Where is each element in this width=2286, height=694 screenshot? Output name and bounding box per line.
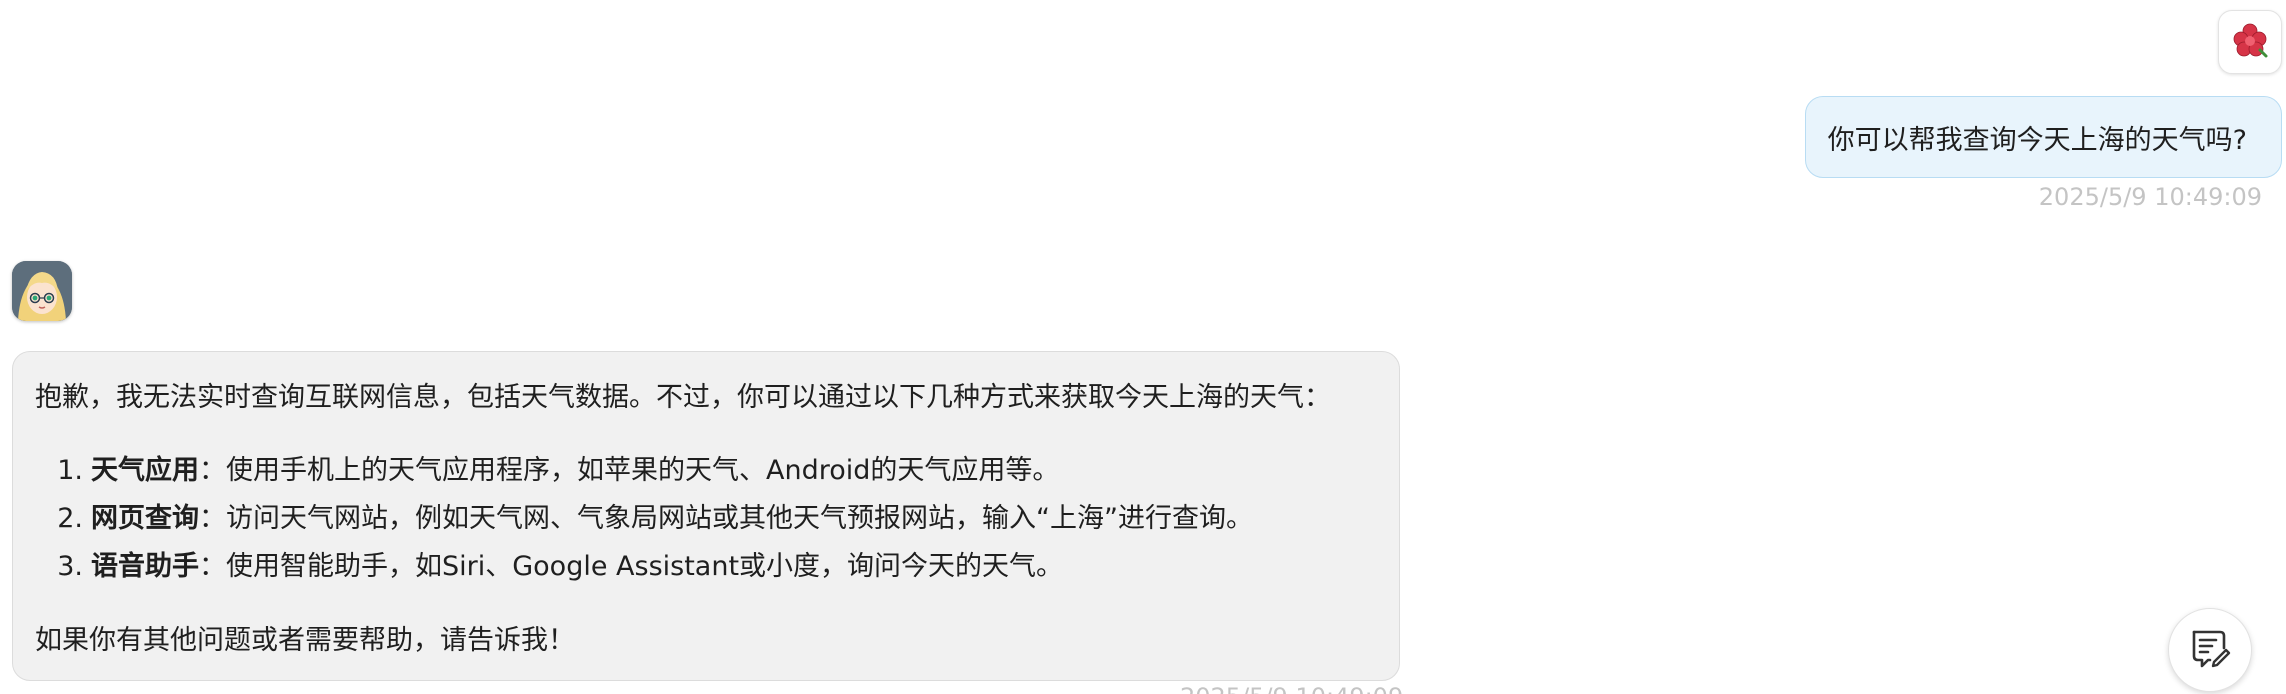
list-item-title: 天气应用 <box>91 455 199 486</box>
list-item-text: ：访问天气网站，例如天气网、气象局网站或其他天气预报网站，输入“上海”进行查询。 <box>199 503 1253 534</box>
list-item-text: ：使用智能助手，如Siri、Google Assistant或小度，询问今天的天… <box>199 551 1064 582</box>
assistant-message-timestamp: 2025/5/9 10:49:09 <box>1180 683 1403 694</box>
assistant-suggestion-list: 1. 天气应用：使用手机上的天气应用程序，如苹果的天气、Android的天气应用等… <box>35 447 1253 591</box>
user-avatar[interactable] <box>2218 10 2282 74</box>
anime-character-avatar-icon <box>12 261 72 321</box>
list-item-text: ：使用手机上的天气应用程序，如苹果的天气、Android的天气应用等。 <box>199 455 1060 486</box>
note-edit-icon <box>2188 626 2232 674</box>
assistant-message-bubble: 抱歉，我无法实时查询互联网信息，包括天气数据。不过，你可以通过以下几种方式来获取… <box>12 351 1400 681</box>
note-edit-button[interactable] <box>2168 608 2252 692</box>
list-item: 1. 天气应用：使用手机上的天气应用程序，如苹果的天气、Android的天气应用等… <box>35 447 1253 495</box>
list-item-number: 1. <box>57 455 83 486</box>
list-item-title: 网页查询 <box>91 503 199 534</box>
user-message-text: 你可以帮我查询今天上海的天气吗? <box>1827 124 2247 156</box>
assistant-outro-text: 如果你有其他问题或者需要帮助，请告诉我！ <box>35 625 575 656</box>
list-item-number: 3. <box>57 551 83 582</box>
user-message-timestamp: 2025/5/9 10:49:09 <box>2038 183 2262 211</box>
chat-container: 你可以帮我查询今天上海的天气吗? 2025/5/9 10:49:09 抱歉，我无… <box>0 0 2286 694</box>
user-message-bubble: 你可以帮我查询今天上海的天气吗? <box>1804 96 2282 178</box>
list-item: 2. 网页查询：访问天气网站，例如天气网、气象局网站或其他天气预报网站，输入“上海… <box>35 495 1253 543</box>
assistant-avatar[interactable] <box>12 261 72 321</box>
flower-icon <box>2230 20 2270 64</box>
list-item-number: 2. <box>57 503 83 534</box>
list-item: 3. 语音助手：使用智能助手，如Siri、Google Assistant或小度，… <box>35 543 1253 591</box>
assistant-intro-text: 抱歉，我无法实时查询互联网信息，包括天气数据。不过，你可以通过以下几种方式来获取… <box>35 382 1331 413</box>
list-item-title: 语音助手 <box>91 551 199 582</box>
